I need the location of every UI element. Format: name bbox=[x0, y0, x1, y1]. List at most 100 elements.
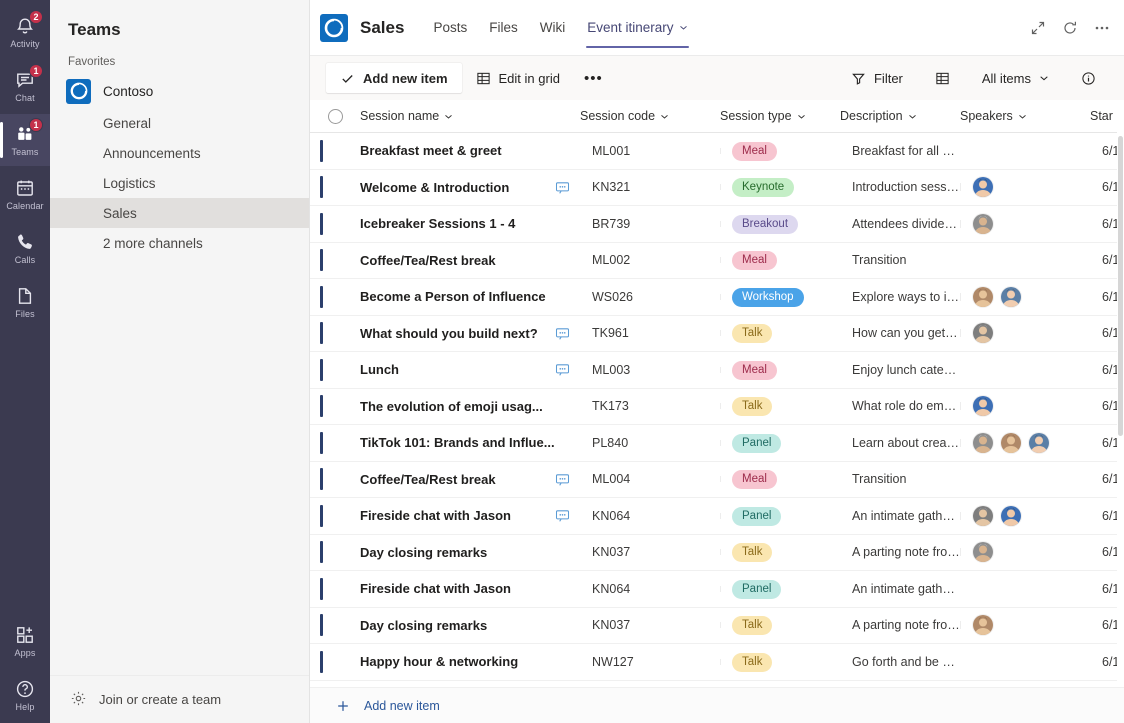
table-row[interactable]: Happy hour & networking NW127 Talk Go forth… bbox=[310, 644, 1124, 681]
rail-item-teams[interactable]: 1 Teams bbox=[0, 114, 50, 166]
row-selector[interactable] bbox=[310, 541, 360, 564]
footer-add-new-item-button[interactable]: Add new item bbox=[310, 687, 1124, 723]
add-new-item-button[interactable]: Add new item bbox=[326, 63, 462, 93]
row-selector[interactable] bbox=[310, 212, 360, 235]
row-selector[interactable] bbox=[310, 285, 360, 308]
table-row[interactable]: The evolution of emoji usag... TK173 Talk W… bbox=[310, 389, 1124, 425]
rail-item-label: Calendar bbox=[6, 200, 44, 211]
rail-item-chat[interactable]: 1 Chat bbox=[0, 60, 50, 112]
column-header-label: Speakers bbox=[960, 109, 1013, 123]
tab-files[interactable]: Files bbox=[478, 0, 529, 56]
sidebar-channel-logistics[interactable]: Logistics bbox=[50, 168, 309, 198]
table-row[interactable]: Day closing remarks KN037 Talk A parting no… bbox=[310, 608, 1124, 644]
row-selector[interactable] bbox=[310, 504, 360, 527]
avatar bbox=[1028, 431, 1050, 454]
cell-session-code: KN037 bbox=[592, 545, 631, 560]
column-header-session-type[interactable]: Session type bbox=[720, 109, 840, 123]
column-header-description[interactable]: Description bbox=[840, 109, 960, 123]
info-icon[interactable] bbox=[1067, 63, 1110, 93]
row-indicator bbox=[320, 212, 323, 235]
comment-icon[interactable] bbox=[555, 362, 570, 377]
cell-session-code: WS026 bbox=[592, 289, 633, 304]
column-divider bbox=[720, 585, 721, 592]
app-rail: 2 Activity 1 Chat 1 Teams Calendar Calls Files A… bbox=[0, 0, 50, 723]
row-selector[interactable] bbox=[310, 139, 360, 162]
column-divider bbox=[720, 476, 721, 483]
row-selector[interactable] bbox=[310, 322, 360, 345]
edit-in-grid-button[interactable]: Edit in grid bbox=[462, 63, 574, 93]
cell-session-name: Day closing remarks bbox=[360, 544, 488, 560]
column-header-label: Session code bbox=[580, 109, 656, 123]
refresh-icon[interactable] bbox=[1062, 20, 1078, 36]
status-badge: Meal bbox=[732, 251, 777, 271]
tab-event-itinerary[interactable]: Event itinerary bbox=[576, 0, 698, 56]
rail-item-apps[interactable]: Apps bbox=[0, 615, 50, 667]
sidebar-channel-general[interactable]: General bbox=[50, 108, 309, 138]
command-more-icon[interactable]: ••• bbox=[574, 71, 613, 86]
sidebar-channel-sales[interactable]: Sales bbox=[50, 198, 309, 228]
rail-item-files[interactable]: Files bbox=[0, 276, 50, 328]
table-row[interactable]: Fireside chat with Jason KN064 Panel An int… bbox=[310, 571, 1124, 608]
cell-session-code: PL840 bbox=[592, 435, 629, 450]
column-header-speakers[interactable]: Speakers bbox=[960, 109, 1027, 123]
table-row[interactable]: What should you build next? TK961 Talk How … bbox=[310, 316, 1124, 352]
row-selector[interactable] bbox=[310, 650, 360, 673]
row-selector[interactable] bbox=[310, 176, 360, 199]
filter-button[interactable]: Filter bbox=[837, 63, 917, 93]
table-row[interactable]: Icebreaker Sessions 1 - 4 BR739 Breakout At… bbox=[310, 206, 1124, 243]
table-row[interactable]: TikTok 101: Brands and Influe... PL840 Pan… bbox=[310, 425, 1124, 462]
header-actions bbox=[1030, 20, 1110, 36]
rail-item-activity[interactable]: 2 Activity bbox=[0, 6, 50, 58]
row-selector[interactable] bbox=[310, 431, 360, 454]
cell-session-name: Fireside chat with Jason bbox=[360, 581, 511, 597]
chevron-down-icon[interactable] bbox=[679, 23, 688, 32]
channel-tabs: Posts Files Wiki Event itinerary bbox=[422, 0, 698, 56]
comment-icon[interactable] bbox=[555, 180, 570, 195]
list-scrollbar[interactable] bbox=[1117, 100, 1124, 687]
view-selector[interactable]: All items bbox=[968, 63, 1063, 93]
column-header-label: Star bbox=[1090, 109, 1113, 123]
row-selector[interactable] bbox=[310, 614, 360, 637]
chat-icon: 1 bbox=[14, 63, 43, 91]
comment-icon[interactable] bbox=[555, 472, 570, 487]
table-row[interactable]: Welcome & Introduction KN321 Keynote Introd… bbox=[310, 170, 1124, 206]
row-selector[interactable] bbox=[310, 468, 360, 491]
list-scrollbar-thumb[interactable] bbox=[1118, 136, 1123, 436]
tab-posts[interactable]: Posts bbox=[422, 0, 478, 56]
row-selector[interactable] bbox=[310, 577, 360, 600]
sidebar-team-contoso[interactable]: Contoso bbox=[50, 74, 309, 108]
more-options-icon[interactable] bbox=[1094, 20, 1110, 36]
rail-item-help[interactable]: Help bbox=[0, 669, 50, 721]
expand-icon[interactable] bbox=[1030, 20, 1046, 36]
join-or-create-team-button[interactable]: Join or create a team bbox=[50, 675, 309, 723]
comment-icon[interactable] bbox=[555, 508, 570, 523]
table-row[interactable]: Become a Person of Influence WS026 Worksho… bbox=[310, 279, 1124, 316]
column-header-session-name[interactable]: Session name bbox=[360, 109, 453, 123]
row-selector[interactable] bbox=[310, 395, 360, 418]
footer-add-new-item-label: Add new item bbox=[364, 698, 440, 713]
column-divider bbox=[960, 183, 961, 192]
table-row[interactable]: Fireside chat with Jason KN064 Panel An int… bbox=[310, 498, 1124, 535]
select-all-checkbox[interactable] bbox=[310, 108, 360, 124]
rail-item-calendar[interactable]: Calendar bbox=[0, 168, 50, 220]
view-grid-icon[interactable] bbox=[921, 63, 964, 93]
table-row[interactable]: Breakfast meet & greet ML001 Meal Breakfast… bbox=[310, 133, 1124, 170]
cell-description: Transition bbox=[852, 253, 907, 268]
table-row[interactable]: LunchML003MealEnjoy lunch catered b...6/… bbox=[310, 352, 1124, 389]
rail-item-label: Help bbox=[15, 701, 35, 712]
column-divider bbox=[960, 329, 961, 338]
table-row[interactable]: Coffee/Tea/Rest break ML002 Meal Transition… bbox=[310, 243, 1124, 279]
rail-item-calls[interactable]: Calls bbox=[0, 222, 50, 274]
table-row[interactable]: Day closing remarks KN037 Talk A parting no… bbox=[310, 535, 1124, 571]
comment-icon[interactable] bbox=[555, 326, 570, 341]
row-selector[interactable] bbox=[310, 358, 360, 381]
sidebar-channel-2-more-channels[interactable]: 2 more channels bbox=[50, 228, 309, 258]
cell-session-code: KN037 bbox=[592, 618, 631, 633]
tab-wiki[interactable]: Wiki bbox=[529, 0, 577, 56]
row-selector[interactable] bbox=[310, 249, 360, 272]
command-bar-right: Filter All items bbox=[837, 63, 1110, 93]
column-header-session-code[interactable]: Session code bbox=[580, 109, 720, 123]
sidebar-channel-announcements[interactable]: Announcements bbox=[50, 138, 309, 168]
avatar bbox=[972, 176, 994, 199]
table-row[interactable]: Coffee/Tea/Rest break ML004 Meal Transition… bbox=[310, 462, 1124, 498]
